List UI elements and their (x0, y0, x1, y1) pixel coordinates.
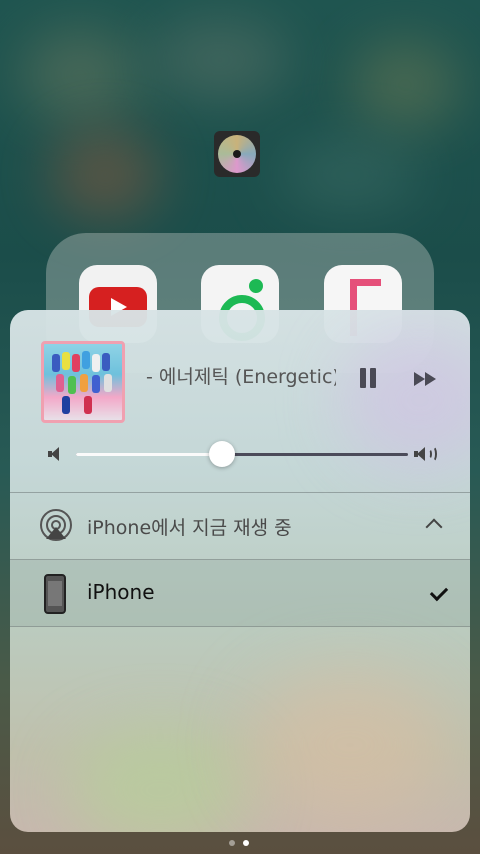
volume-slider-fill (76, 453, 223, 456)
next-track-button[interactable] (414, 372, 438, 386)
panel-glow (250, 670, 450, 820)
music-disc-icon (214, 131, 260, 177)
volume-high-icon (414, 444, 440, 464)
pause-icon (370, 368, 376, 388)
song-title: - 에너제틱 (Energetic) (146, 366, 336, 388)
checkmark-icon (429, 582, 449, 602)
wallpaper-blob (50, 130, 160, 220)
fast-forward-icon (414, 372, 425, 386)
device-item-iphone[interactable]: iPhone (10, 560, 470, 626)
panel-glow (340, 330, 470, 470)
wallpaper-blob (280, 140, 420, 210)
iphone-icon (44, 574, 66, 614)
airplay-label: iPhone에서 지금 재생 중 (87, 517, 292, 539)
now-playing-panel: - 에너제틱 (Energetic) iPhone에서 지금 재생 중 iPho… (10, 310, 470, 832)
volume-slider-thumb[interactable] (209, 441, 236, 467)
airplay-row[interactable]: iPhone에서 지금 재생 중 (10, 493, 470, 559)
volume-low-icon (48, 447, 62, 461)
divider (10, 626, 470, 627)
page-dot-active (243, 840, 249, 846)
volume-slider[interactable] (76, 453, 408, 456)
wallpaper-blob (150, 20, 290, 100)
chevron-up-icon[interactable] (425, 518, 443, 536)
page-indicator[interactable] (229, 840, 253, 848)
wallpaper-blob (350, 40, 460, 130)
device-label: iPhone (87, 580, 155, 604)
pause-icon (360, 368, 366, 388)
panel-glow (70, 730, 250, 832)
pause-button[interactable] (360, 368, 376, 388)
wallpaper-blob (20, 30, 140, 120)
fast-forward-icon (425, 372, 436, 386)
airplay-icon (40, 509, 72, 543)
album-artwork[interactable] (41, 341, 125, 423)
page-dot (229, 840, 235, 846)
